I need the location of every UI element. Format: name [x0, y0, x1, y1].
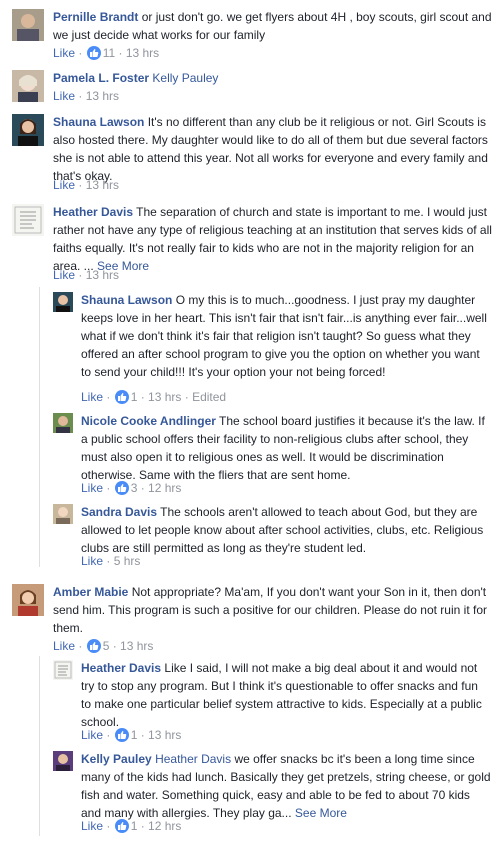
separator: · — [103, 728, 114, 742]
separator: · — [103, 554, 114, 568]
like-link[interactable]: Like — [53, 178, 75, 192]
commenter-name[interactable]: Nicole Cooke Andlinger — [81, 414, 216, 428]
comment-actions: Like · 1 · 13 hrs · Edited — [81, 388, 226, 406]
separator: · — [75, 268, 86, 282]
separator: · — [75, 178, 86, 192]
comment-thread: Pernille Brandt or just don't go. we get… — [0, 0, 501, 845]
separator: · — [137, 728, 149, 742]
commenter-name[interactable]: Pernille Brandt — [53, 10, 138, 24]
avatar[interactable] — [12, 584, 44, 616]
avatar[interactable] — [12, 114, 44, 146]
reaction-count[interactable]: 11 — [103, 46, 115, 60]
like-link[interactable]: Like — [81, 728, 103, 742]
thumbs-up-icon[interactable] — [86, 46, 101, 60]
timestamp[interactable]: 13 hrs — [120, 639, 153, 653]
separator: · — [115, 46, 126, 60]
avatar[interactable] — [53, 660, 73, 680]
avatar[interactable] — [53, 413, 73, 433]
timestamp[interactable]: 13 hrs — [148, 728, 181, 742]
comment-body: Heather Davis Like I said, I will not ma… — [81, 659, 491, 731]
edited-label[interactable]: Edited — [192, 390, 226, 404]
comment-actions: Like · 1 · 13 hrs — [81, 726, 181, 744]
separator: · — [109, 639, 121, 653]
separator: · — [75, 46, 86, 60]
timestamp[interactable]: 12 hrs — [148, 819, 181, 833]
separator: · — [137, 819, 149, 833]
separator: · — [137, 390, 149, 404]
separator: · — [181, 390, 193, 404]
comment-actions: Like · 13 hrs — [53, 87, 119, 105]
mention-link[interactable]: Kelly Pauley — [152, 71, 218, 85]
commenter-name[interactable]: Heather Davis — [53, 205, 133, 219]
separator: · — [137, 481, 149, 495]
mention-link[interactable]: Heather Davis — [155, 752, 231, 766]
timestamp[interactable]: 12 hrs — [148, 481, 181, 495]
comment-actions: Like · 11 · 13 hrs — [53, 44, 159, 62]
avatar[interactable] — [53, 751, 73, 771]
commenter-name[interactable]: Pamela L. Foster — [53, 71, 149, 85]
comment-body: Shauna Lawson O my this is to much...goo… — [81, 291, 491, 381]
timestamp[interactable]: 13 hrs — [126, 46, 159, 60]
separator: · — [75, 639, 86, 653]
like-link[interactable]: Like — [81, 390, 103, 404]
commenter-name[interactable]: Amber Mabie — [53, 585, 128, 599]
separator: · — [103, 819, 114, 833]
separator: · — [103, 390, 114, 404]
thumbs-up-icon[interactable] — [86, 639, 101, 653]
comment-actions: Like · 1 · 12 hrs — [81, 817, 181, 835]
avatar[interactable] — [12, 9, 44, 41]
avatar[interactable] — [12, 70, 44, 102]
commenter-name[interactable]: Kelly Pauley — [81, 752, 152, 766]
thumbs-up-icon[interactable] — [114, 481, 129, 495]
timestamp[interactable]: 13 hrs — [86, 178, 119, 192]
like-link[interactable]: Like — [81, 554, 103, 568]
commenter-name[interactable]: Shauna Lawson — [81, 293, 172, 307]
commenter-name[interactable]: Shauna Lawson — [53, 115, 144, 129]
comment-body: Pernille Brandt or just don't go. we get… — [53, 8, 493, 44]
like-link[interactable]: Like — [53, 89, 75, 103]
comment-body: Nicole Cooke Andlinger The school board … — [81, 412, 491, 484]
thumbs-up-icon[interactable] — [114, 819, 129, 833]
comment-body: Sandra Davis The schools aren't allowed … — [81, 503, 491, 557]
comment-body: Shauna Lawson It's no different than any… — [53, 113, 499, 185]
comment-body: Heather Davis The separation of church a… — [53, 203, 499, 275]
comment-actions: Like · 5 hrs — [81, 552, 140, 570]
like-link[interactable]: Like — [81, 819, 103, 833]
like-link[interactable]: Like — [53, 639, 75, 653]
thumbs-up-icon[interactable] — [114, 390, 129, 404]
timestamp[interactable]: 5 hrs — [114, 554, 141, 568]
comment-body: Pamela L. Foster Kelly Pauley — [53, 69, 493, 87]
comment-actions: Like · 3 · 12 hrs — [81, 479, 181, 497]
comment-actions: Like · 5 · 13 hrs — [53, 637, 153, 655]
comment-body: Amber Mabie Not appropriate? Ma'am, If y… — [53, 583, 499, 637]
reply-thread-line — [39, 656, 40, 836]
timestamp[interactable]: 13 hrs — [86, 268, 119, 282]
like-link[interactable]: Like — [81, 481, 103, 495]
avatar[interactable] — [53, 504, 73, 524]
like-link[interactable]: Like — [53, 46, 75, 60]
like-link[interactable]: Like — [53, 268, 75, 282]
separator: · — [75, 89, 86, 103]
comment-actions: Like · 13 hrs — [53, 266, 119, 284]
see-more-link[interactable]: See More — [295, 806, 347, 820]
commenter-name[interactable]: Sandra Davis — [81, 505, 157, 519]
reply-thread-line — [39, 287, 40, 567]
timestamp[interactable]: 13 hrs — [148, 390, 181, 404]
timestamp[interactable]: 13 hrs — [86, 89, 119, 103]
separator: · — [103, 481, 114, 495]
avatar[interactable] — [53, 292, 73, 312]
commenter-name[interactable]: Heather Davis — [81, 661, 161, 675]
thumbs-up-icon[interactable] — [114, 728, 129, 742]
avatar[interactable] — [12, 204, 44, 236]
comment-actions: Like · 13 hrs — [53, 176, 119, 194]
comment-body: Kelly Pauley Heather Davis we offer snac… — [81, 750, 491, 822]
